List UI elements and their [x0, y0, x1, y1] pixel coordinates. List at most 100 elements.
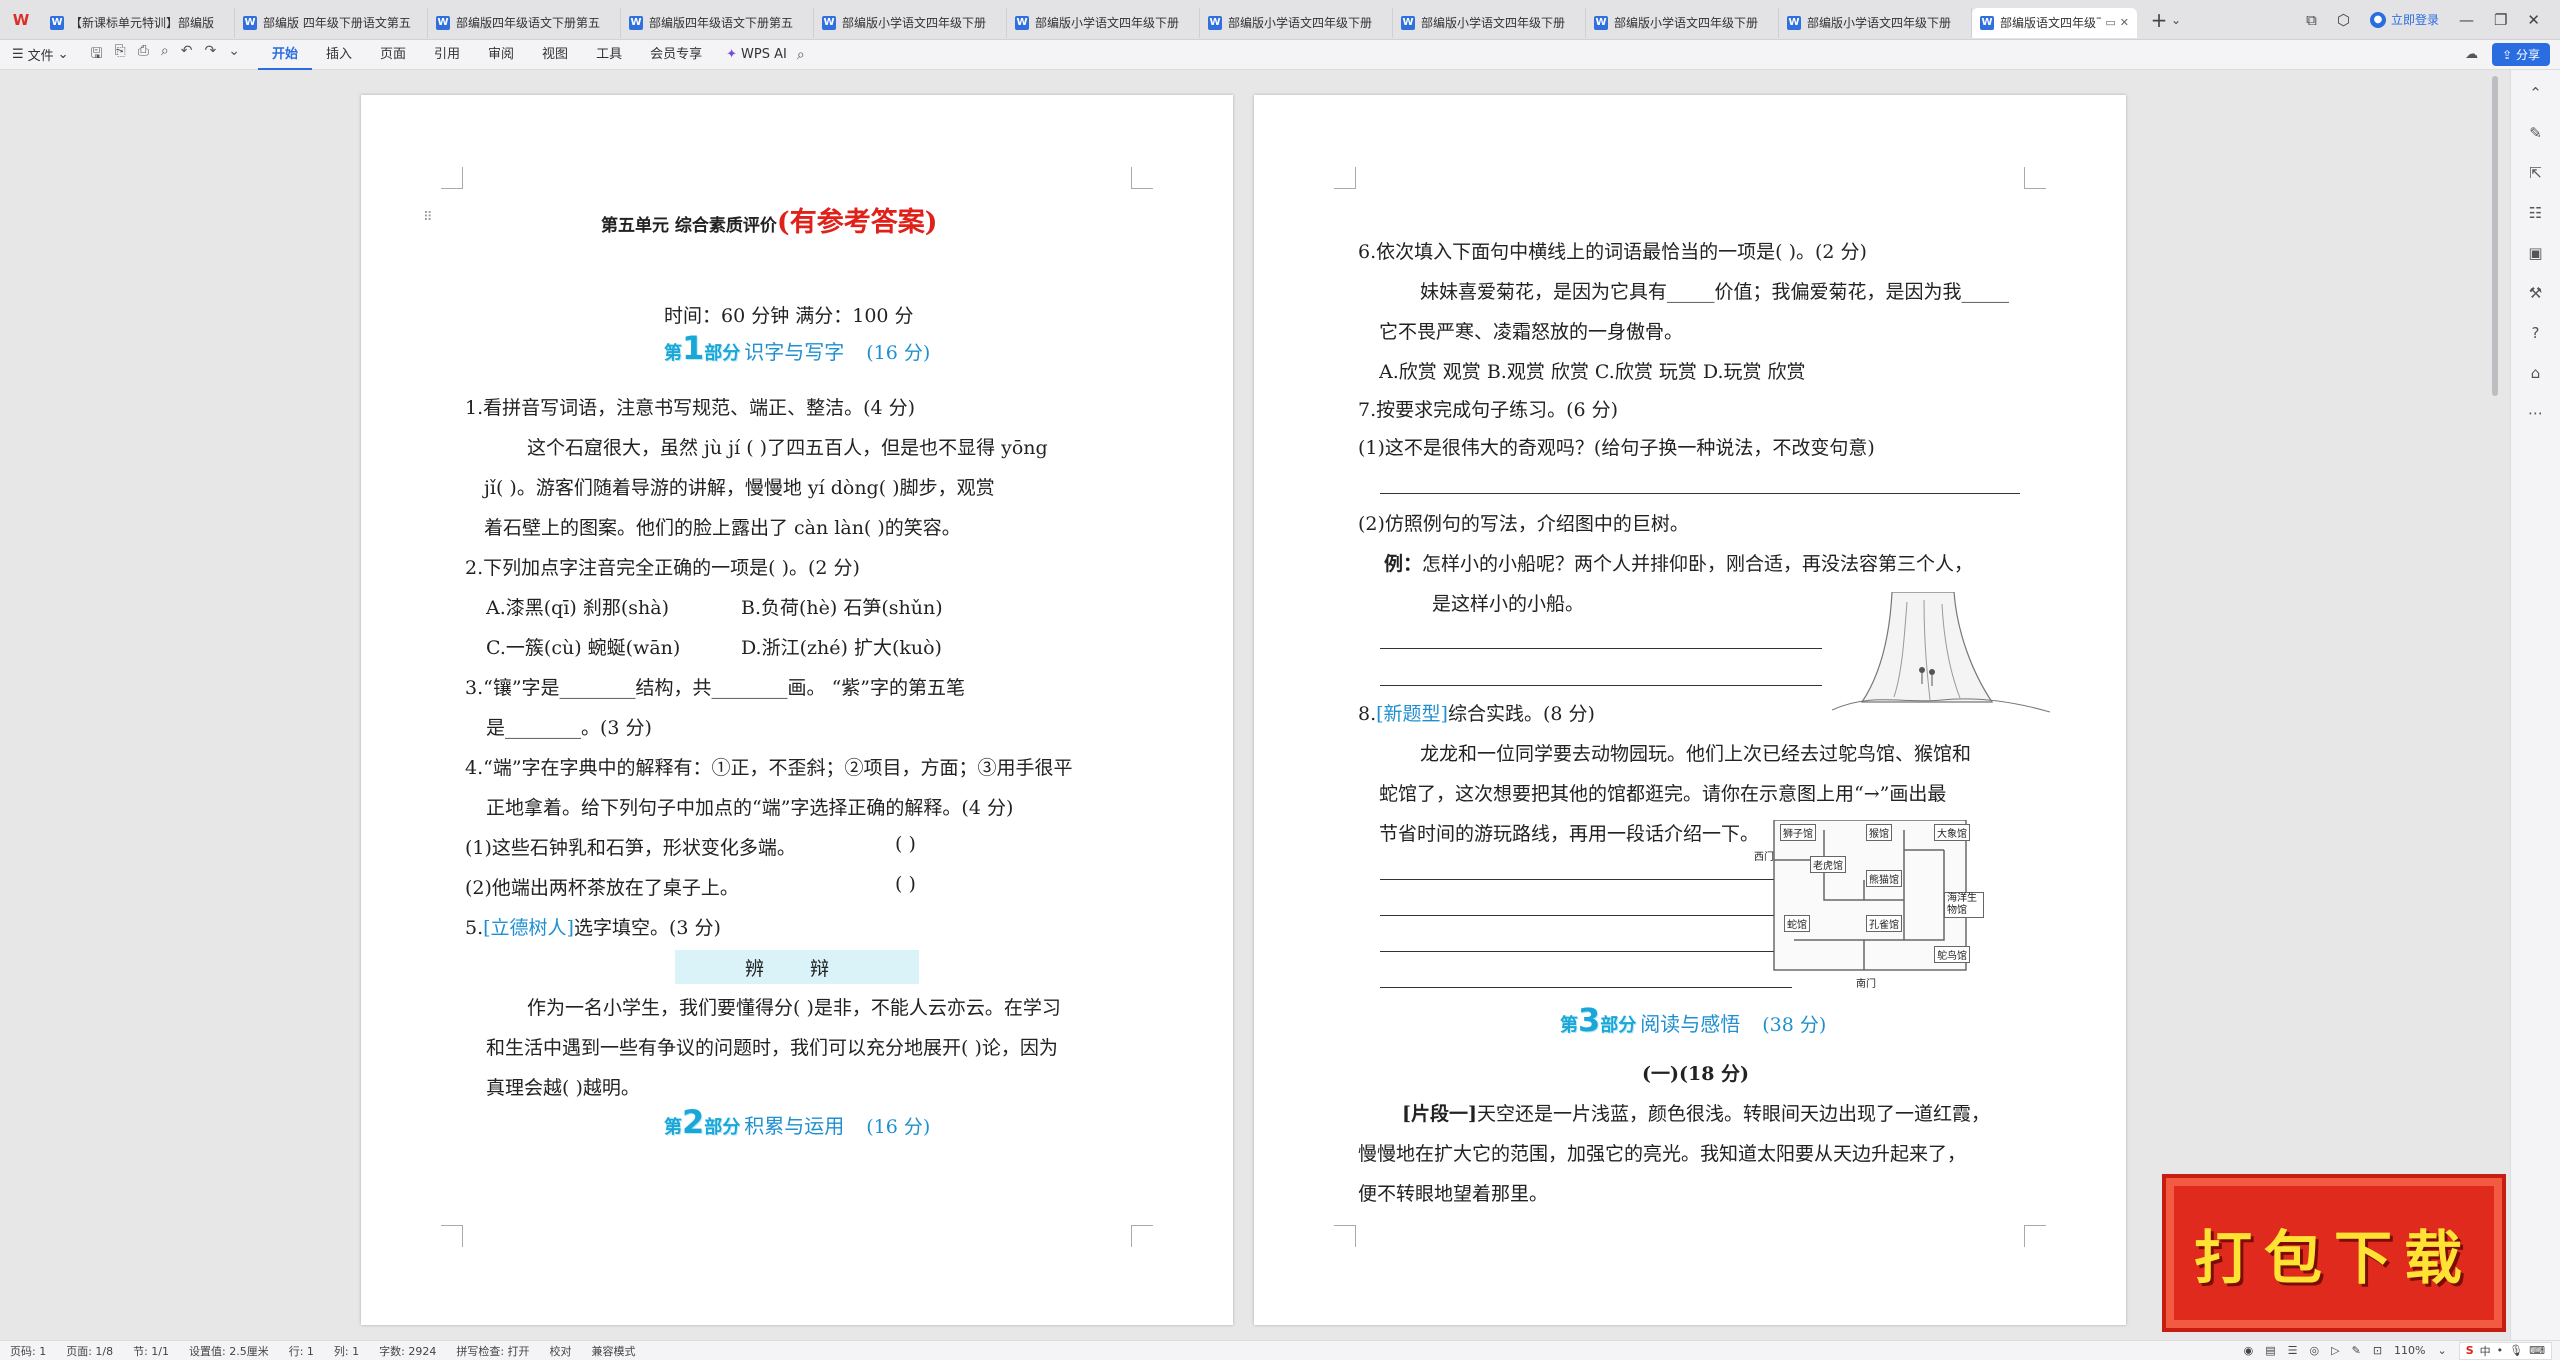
status-word-count[interactable]: 字数: 2924	[369, 1343, 446, 1359]
window-layout-icon[interactable]: ⧉	[2306, 11, 2317, 29]
document-page-2[interactable]: 6.依次填入下面句中横线上的词语最恰当的一项是( )。(2 分) 妹妹喜爱菊花，…	[1254, 95, 2126, 1325]
settings-sliders-icon[interactable]: ☷	[2529, 204, 2542, 222]
undo-icon[interactable]: ↶	[181, 43, 193, 67]
save-icon[interactable]: 🖫	[91, 43, 103, 67]
crop-mark	[2024, 1225, 2046, 1247]
restore-icon[interactable]: ❐	[2494, 11, 2507, 29]
part-title: 积累与运用	[744, 1114, 845, 1138]
doc-tab[interactable]: W 【新课标单元特训】部编版	[42, 7, 235, 38]
status-page-code[interactable]: 页码: 1	[0, 1343, 56, 1359]
minimize-icon[interactable]: —	[2459, 11, 2474, 29]
doc-icon: W	[629, 15, 643, 30]
status-proof[interactable]: 校对	[540, 1343, 582, 1359]
login-label: 立即登录	[2390, 13, 2439, 27]
answer-line	[1380, 879, 1792, 880]
doc-tab[interactable]: W 部编版 四年级下册语文第五	[235, 7, 428, 38]
section-header-part2: 第2部分 积累与运用 (16 分)	[664, 1106, 930, 1139]
more-icon[interactable]: ⋯	[2528, 404, 2543, 422]
status-page[interactable]: 页面: 1/8	[56, 1343, 123, 1359]
part-badge-suffix: 部分	[1600, 1015, 1637, 1036]
redo-icon[interactable]: ↷	[205, 43, 217, 67]
new-tab-button[interactable]: +	[2147, 8, 2171, 32]
doc-tab[interactable]: W 部编版四年级语文下册第五	[428, 7, 621, 38]
image-icon[interactable]: ▣	[2528, 244, 2542, 262]
q8-line3: 节省时间的游玩路线，再用一段话介绍一下。	[1379, 823, 1760, 845]
zoom-dropdown-icon[interactable]: ⌄	[2437, 1344, 2446, 1357]
cube-icon[interactable]: ⬡	[2337, 11, 2350, 29]
web-view-icon[interactable]: ◎	[2310, 1344, 2320, 1357]
doc-tab[interactable]: W 部编版小学语文四年级下册	[1586, 7, 1779, 38]
right-sidebar: ⌃ ✎ ⇱ ☷ ▣ ⚒ ? ⌂ ⋯	[2510, 70, 2560, 1340]
print-preview-icon[interactable]: ⌕	[161, 43, 169, 67]
tab-page[interactable]: 页面	[366, 40, 420, 70]
pen-mode-icon[interactable]: ✎	[2352, 1344, 2361, 1357]
answer-line	[1380, 648, 1822, 649]
question-8: 8.[新题型]综合实践。(8 分)	[1358, 699, 1595, 726]
tab-insert[interactable]: 插入	[312, 40, 366, 70]
tab-reference[interactable]: 引用	[420, 40, 474, 70]
monitor-icon[interactable]: ▭	[2105, 16, 2115, 29]
tab-view[interactable]: 视图	[528, 40, 582, 70]
share-button[interactable]: ⇪ 分享	[2492, 43, 2550, 66]
document-page-1[interactable]: ⠿ 第五单元 综合素质评价(有参考答案) 时间：60 分钟 满分：100 分 第…	[361, 95, 1233, 1325]
tab-label: 部编版小学语文四年级下册	[842, 16, 987, 30]
map-peacock-house: 孔雀馆	[1866, 915, 1902, 932]
doc-tab[interactable]: W 部编版四年级语文下册第五	[621, 7, 814, 38]
q2-option-b: B.负荷(hè) 石笋(shǔn)	[741, 597, 943, 619]
cloud-icon[interactable]: ☁	[2465, 47, 2478, 62]
q8-number: 8.	[1358, 703, 1377, 725]
login-button[interactable]: ● 立即登录	[2369, 11, 2439, 28]
select-icon[interactable]: ⇱	[2529, 164, 2542, 182]
fit-page-icon[interactable]: ⊡	[2373, 1344, 2382, 1357]
status-spell-check[interactable]: 拼写检查: 打开	[446, 1343, 539, 1359]
q4-item1-blank: ( )	[895, 833, 916, 855]
tab-member[interactable]: 会员专享	[636, 40, 716, 70]
reading-section-title: (一)(18 分)	[1642, 1063, 1750, 1085]
zoom-level[interactable]: 110%	[2394, 1344, 2425, 1357]
scrollbar[interactable]	[2492, 76, 2498, 396]
sogou-icon: S	[2465, 1344, 2474, 1357]
tab-bar: W W 【新课标单元特训】部编版 W 部编版 四年级下册语文第五 W 部编版四年级语文…	[0, 0, 2560, 40]
page-view-icon[interactable]: ▤	[2265, 1344, 2275, 1357]
tools-icon[interactable]: ⚒	[2529, 284, 2542, 302]
status-setting[interactable]: 设置值: 2.5厘米	[179, 1343, 279, 1359]
tab-label: 部编版小学语文四年级下册	[1228, 16, 1373, 30]
eye-icon[interactable]: ◉	[2244, 1344, 2254, 1357]
pen-icon[interactable]: ✎	[2529, 124, 2542, 142]
tab-home[interactable]: 开始	[257, 40, 312, 70]
status-compat-mode: 兼容模式	[591, 1344, 636, 1358]
doc-tab[interactable]: W 部编版小学语文四年级下册	[1007, 7, 1200, 38]
tab-label: 部编版小学语文四年级下册	[1807, 16, 1952, 30]
doc-tab[interactable]: W 部编版小学语文四年级下册	[1200, 7, 1393, 38]
doc-tab[interactable]: W 部编版小学语文四年级下册	[1393, 7, 1586, 38]
download-promo-badge[interactable]: 打包下载	[2162, 1174, 2506, 1332]
part-badge-suffix: 部分	[704, 343, 741, 364]
wps-ai-button[interactable]: ✦ WPS AI	[716, 47, 797, 62]
tab-review[interactable]: 审阅	[474, 40, 528, 70]
q1-line2: jǐ( )。游客们随着导游的讲解，慢慢地 yí dòng( )脚步，观赏	[484, 477, 995, 499]
close-window-icon[interactable]: ✕	[2527, 11, 2540, 29]
wps-logo-icon[interactable]: W	[0, 0, 42, 40]
doc-tab[interactable]: W 部编版小学语文四年级下册	[1779, 7, 1972, 38]
doc-tab[interactable]: W 部编版小学语文四年级下册	[814, 7, 1007, 38]
tab-tools[interactable]: 工具	[582, 40, 636, 70]
print-icon[interactable]: ⎙	[138, 43, 149, 67]
status-section[interactable]: 节: 1/1	[123, 1343, 179, 1359]
file-menu[interactable]: ☰ 文件 ⌄	[0, 45, 81, 64]
chevron-down-icon[interactable]: ⌄	[228, 43, 240, 67]
drag-handle-icon[interactable]: ⠿	[423, 210, 433, 225]
outline-icon[interactable]: ☰	[2288, 1344, 2298, 1357]
export-icon[interactable]: ⎘	[115, 43, 126, 67]
close-icon[interactable]: ✕	[2120, 16, 2129, 29]
answer-line	[1380, 493, 2020, 494]
help-icon[interactable]: ?	[2532, 324, 2540, 342]
crop-mark	[1131, 167, 1153, 189]
shirt-icon[interactable]: ⌂	[2531, 364, 2541, 382]
chevron-down-icon[interactable]: ⌄	[2171, 13, 2189, 27]
search-icon[interactable]: ⌕	[797, 47, 805, 63]
collapse-icon[interactable]: ⌃	[2529, 84, 2542, 102]
ime-toolbar[interactable]: S 中 • 🎙 ⌨	[2458, 1341, 2552, 1360]
q8-tag: [新题型]	[1376, 703, 1448, 725]
doc-tab-active[interactable]: W 部编版语文四年级下 ▭ ✕	[1972, 7, 2137, 38]
play-icon[interactable]: ▷	[2331, 1344, 2339, 1357]
